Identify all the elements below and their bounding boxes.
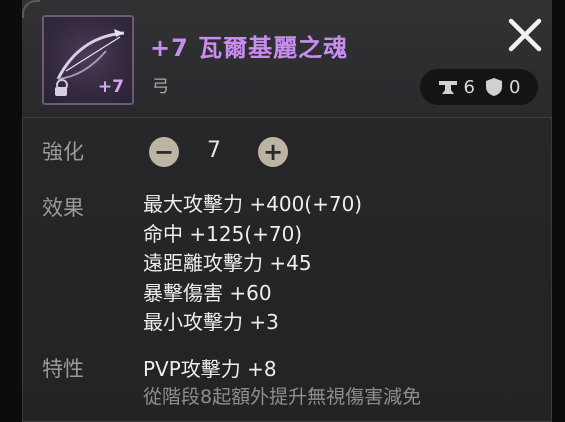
anvil-icon — [438, 81, 457, 94]
effect-line: 最大攻擊力 +400(+70) — [143, 192, 363, 216]
upgrade-protect-badge: 6 0 — [420, 69, 538, 105]
traits-label: 特性 — [42, 357, 84, 381]
item-name: +7 瓦爾基麗之魂 — [150, 34, 349, 62]
effects-label: 效果 — [42, 196, 84, 220]
effect-line: 暴擊傷害 +60 — [143, 280, 272, 305]
increase-button[interactable]: + — [258, 137, 288, 167]
effect-line: 命中 +125(+70) — [143, 221, 303, 246]
effects-list: 最大攻擊力 +400(+70) 命中 +125(+70) 遠距離攻擊力 +45 … — [143, 190, 362, 338]
enhance-level-badge: +7 — [97, 77, 124, 97]
trait-description: 從階段8起額外提升無視傷害減免 — [143, 386, 422, 408]
item-type: 弓 — [152, 77, 169, 97]
effect-line: 遠距離攻擊力 +45 — [143, 251, 312, 275]
enhance-label: 強化 — [42, 140, 84, 164]
enhance-value: 7 — [207, 138, 221, 163]
effect-line: 最小攻擊力 +3 — [143, 310, 279, 334]
shield-icon — [486, 78, 502, 96]
protect-count: 0 — [509, 76, 521, 98]
decrease-button[interactable]: − — [149, 137, 179, 167]
item-icon-frame: +7 — [42, 15, 134, 105]
trait-main: PVP攻擊力 +8 — [143, 357, 277, 381]
upgrade-count: 6 — [463, 76, 475, 98]
close-button[interactable] — [506, 16, 544, 54]
close-icon — [508, 18, 542, 52]
